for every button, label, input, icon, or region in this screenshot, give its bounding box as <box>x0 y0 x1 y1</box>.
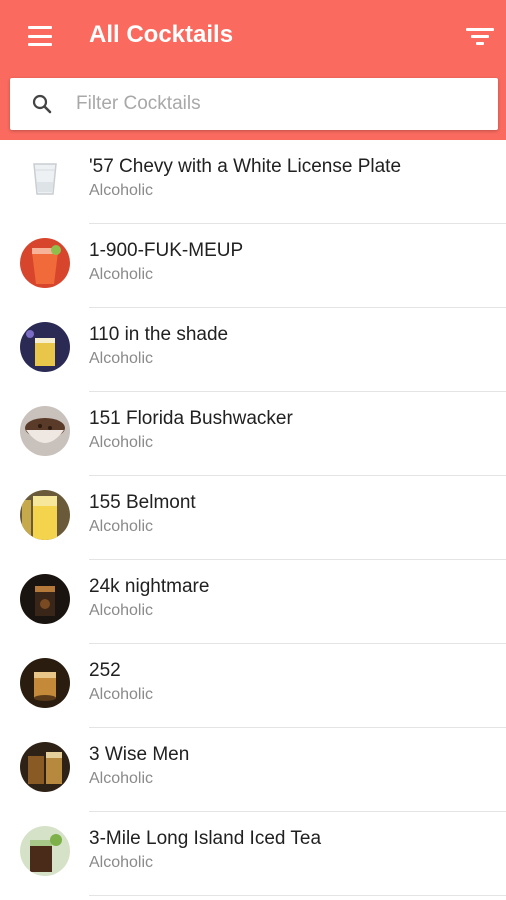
cocktail-thumbnail <box>20 742 70 792</box>
app-bar: All Cocktails <box>0 0 506 140</box>
list-item[interactable]: '57 Chevy with a White License Plate Alc… <box>0 140 506 224</box>
list-item[interactable]: 110 in the shade Alcoholic <box>0 308 506 392</box>
cocktail-thumbnail <box>20 490 70 540</box>
cocktail-category: Alcoholic <box>89 686 154 703</box>
search-icon <box>32 94 52 114</box>
list-item[interactable]: 151 Florida Bushwacker Alcoholic <box>0 392 506 476</box>
cocktail-thumbnail <box>20 658 70 708</box>
cocktail-thumbnail <box>20 238 70 288</box>
search-input[interactable] <box>76 86 486 122</box>
cocktail-list: '57 Chevy with a White License Plate Alc… <box>0 140 506 896</box>
cocktail-category: Alcoholic <box>89 770 154 787</box>
cocktail-category: Alcoholic <box>89 350 154 367</box>
cocktail-category: Alcoholic <box>89 434 154 451</box>
cocktail-thumbnail <box>20 826 70 876</box>
cocktail-name: '57 Chevy with a White License Plate <box>89 156 402 177</box>
list-item[interactable]: 252 Alcoholic <box>0 644 506 728</box>
divider <box>89 895 506 896</box>
cocktail-category: Alcoholic <box>89 602 154 619</box>
cocktail-category: Alcoholic <box>89 518 154 535</box>
cocktail-name: 3-Mile Long Island Iced Tea <box>89 828 322 849</box>
cocktail-thumbnail <box>20 322 70 372</box>
cocktail-thumbnail <box>20 406 70 456</box>
cocktail-category: Alcoholic <box>89 266 154 283</box>
cocktail-thumbnail <box>20 154 70 204</box>
cocktail-category: Alcoholic <box>89 182 154 199</box>
list-item[interactable]: 3-Mile Long Island Iced Tea Alcoholic <box>0 812 506 896</box>
cocktail-name: 24k nightmare <box>89 576 210 597</box>
hamburger-menu-icon[interactable] <box>22 22 58 50</box>
filter-icon[interactable] <box>460 22 500 50</box>
list-item[interactable]: 1-900-FUK-MEUP Alcoholic <box>0 224 506 308</box>
search-bar <box>10 78 498 130</box>
cocktail-name: 155 Belmont <box>89 492 196 513</box>
cocktail-name: 252 <box>89 660 121 681</box>
cocktail-thumbnail <box>20 574 70 624</box>
list-item[interactable]: 3 Wise Men Alcoholic <box>0 728 506 812</box>
cocktail-category: Alcoholic <box>89 854 154 871</box>
cocktail-name: 1-900-FUK-MEUP <box>89 240 244 261</box>
cocktail-name: 151 Florida Bushwacker <box>89 408 293 429</box>
list-item[interactable]: 24k nightmare Alcoholic <box>0 560 506 644</box>
cocktail-name: 3 Wise Men <box>89 744 190 765</box>
list-item[interactable]: 155 Belmont Alcoholic <box>0 476 506 560</box>
page-title: All Cocktails <box>89 21 234 48</box>
cocktail-name: 110 in the shade <box>89 324 229 345</box>
